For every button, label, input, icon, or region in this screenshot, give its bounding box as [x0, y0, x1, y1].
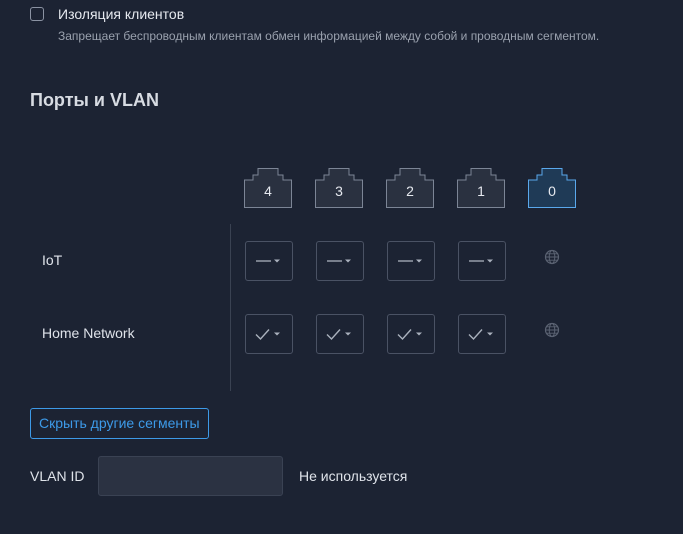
port-0-wan[interactable]: 0: [528, 168, 576, 208]
client-isolation-checkbox[interactable]: [30, 7, 44, 21]
port-number: 1: [477, 183, 485, 199]
check-chevron-down-icon: [397, 329, 422, 341]
iot-port-1-select[interactable]: [458, 241, 506, 281]
iot-port-2-select[interactable]: [387, 241, 435, 281]
home-port-1-select[interactable]: [458, 314, 506, 354]
check-chevron-down-icon: [468, 329, 493, 341]
port-4[interactable]: 4: [244, 168, 292, 208]
port-number: 2: [406, 183, 414, 199]
port-2[interactable]: 2: [386, 168, 434, 208]
dash-chevron-down-icon: [256, 259, 280, 263]
port-3[interactable]: 3: [315, 168, 363, 208]
dash-chevron-down-icon: [327, 259, 351, 263]
dash-chevron-down-icon: [469, 259, 493, 263]
vlan-id-label: VLAN ID: [30, 468, 85, 484]
row-divider: [230, 224, 231, 391]
iot-port-3-select[interactable]: [316, 241, 364, 281]
segment-label-home-network: Home Network: [42, 325, 135, 341]
home-port-4-select[interactable]: [245, 314, 293, 354]
section-title-ports-vlan: Порты и VLAN: [30, 90, 159, 110]
hide-other-segments-button[interactable]: Скрыть другие сегменты: [30, 408, 209, 439]
globe-icon: [544, 249, 560, 265]
port-number: 0: [548, 183, 556, 199]
vlan-status-text: Не используется: [299, 468, 408, 484]
check-chevron-down-icon: [255, 329, 280, 341]
port-number: 3: [335, 183, 343, 199]
port-1[interactable]: 1: [457, 168, 505, 208]
home-port-2-select[interactable]: [387, 314, 435, 354]
globe-icon: [544, 322, 560, 338]
vlan-id-input[interactable]: [98, 456, 283, 496]
port-number: 4: [264, 183, 272, 199]
client-isolation-label: Изоляция клиентов: [58, 6, 185, 22]
check-chevron-down-icon: [326, 329, 351, 341]
dash-chevron-down-icon: [398, 259, 422, 263]
client-isolation-description: Запрещает беспроводным клиентам обмен ин…: [58, 29, 600, 43]
home-port-3-select[interactable]: [316, 314, 364, 354]
segment-label-iot: IoT: [42, 252, 63, 268]
iot-port-4-select[interactable]: [245, 241, 293, 281]
